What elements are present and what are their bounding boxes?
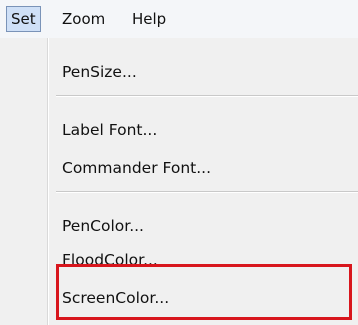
menu-item-commander-font[interactable]: Commander Font... — [62, 158, 211, 178]
highlight-annotation-box — [56, 264, 352, 320]
menu-zoom[interactable]: Zoom — [62, 6, 105, 32]
menu-help[interactable]: Help — [132, 6, 166, 32]
menu-item-pensize[interactable]: PenSize... — [62, 62, 137, 82]
menu-bar: Set Zoom Help — [0, 0, 358, 39]
menu-separator-highlight — [56, 192, 358, 193]
menu-set[interactable]: Set — [6, 6, 41, 32]
menu-separator-highlight — [56, 96, 358, 97]
menu-gutter-divider-highlight — [48, 38, 49, 325]
application-window: Set Zoom Help PenSize... Label Font... C… — [0, 0, 358, 325]
menu-item-label-font[interactable]: Label Font... — [62, 120, 157, 140]
menu-item-pencolor[interactable]: PenColor... — [62, 216, 144, 236]
